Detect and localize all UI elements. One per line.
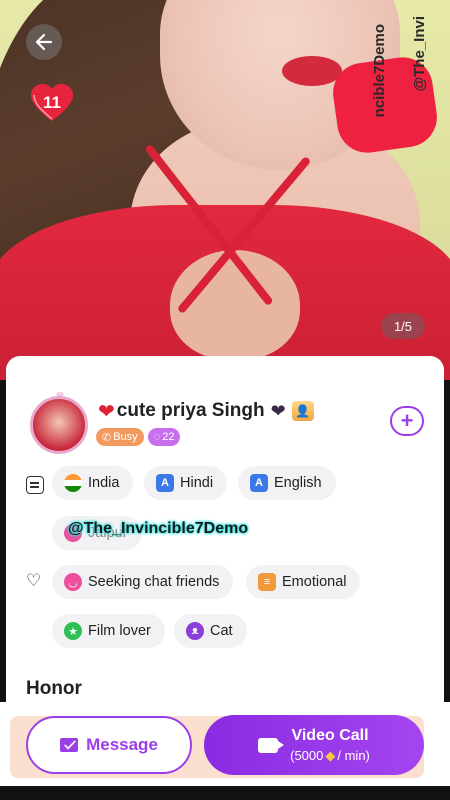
status-text: Busy xyxy=(113,431,138,443)
back-button[interactable] xyxy=(26,24,62,60)
chip-interest-emotional[interactable]: ≡ Emotional xyxy=(246,565,361,599)
profile-name: cute priya Singh xyxy=(116,400,265,421)
avatar[interactable]: ♛ xyxy=(30,390,90,454)
avatar-frame xyxy=(30,396,88,454)
language-a-icon: A xyxy=(156,474,174,492)
chip-interest-seeking-chat[interactable]: ◡ Seeking chat friends xyxy=(52,565,234,599)
count-text: 22 xyxy=(162,431,175,443)
info-card-icon xyxy=(26,476,44,494)
chip-label: Emotional xyxy=(282,574,347,590)
like-count: 11 xyxy=(43,93,61,112)
chip-language-hindi[interactable]: A Hindi xyxy=(144,466,228,500)
vip-badge-icon: 👤 xyxy=(291,401,314,421)
video-call-text: Video Call (5000 ◆ / min) xyxy=(290,727,370,764)
star-face-icon: ★ xyxy=(64,622,82,640)
chip-label: English xyxy=(274,475,322,491)
language-a-icon: A xyxy=(250,474,268,492)
smile-heart-icon: ◡ xyxy=(64,573,82,591)
price-unit: / min) xyxy=(337,748,370,763)
chip-interest-film-lover[interactable]: ★ Film lover xyxy=(52,614,165,648)
busy-status-badge: ✆ Busy xyxy=(96,428,144,446)
chip-label: Cat xyxy=(210,623,233,639)
back-arrow-icon xyxy=(35,33,53,51)
price-amount: (5000 xyxy=(290,748,324,763)
chip-interest-cat[interactable]: ᴥ Cat xyxy=(174,614,247,648)
message-button[interactable]: Message xyxy=(26,716,192,774)
chip-label: Seeking chat friends xyxy=(88,574,220,590)
video-camera-icon xyxy=(258,737,285,753)
watermark-line: @The_Invi xyxy=(411,16,428,92)
emotional-icon: ≡ xyxy=(258,573,276,591)
photo-lips xyxy=(282,56,342,86)
chip-label: Film lover xyxy=(88,623,151,639)
count-badge: ◌ 22 xyxy=(147,428,181,446)
video-call-label: Video Call xyxy=(291,726,369,744)
watermark-line: ncible7Demo xyxy=(371,24,388,118)
interests-heart-icon: ♡ xyxy=(26,571,42,590)
section-title-honor: Honor xyxy=(26,678,82,699)
diamond-icon: ◆ xyxy=(325,747,336,763)
watermark-text: @The_Invincible7Demo xyxy=(68,520,249,537)
india-flag-icon xyxy=(64,474,82,492)
envelope-icon xyxy=(60,738,79,752)
video-call-price: (5000 ◆ / min) xyxy=(290,748,370,764)
chip-language-english[interactable]: A English xyxy=(238,466,336,500)
photo-page-indicator: 1/5 xyxy=(381,313,425,339)
profile-photo[interactable]: ncible7Demo @The_Invi 11 1/5 xyxy=(0,0,450,380)
chip-label: Hindi xyxy=(180,475,214,491)
video-call-button[interactable]: Video Call (5000 ◆ / min) xyxy=(204,715,424,775)
like-heart-badge[interactable]: 11 xyxy=(29,83,75,123)
phone-icon: ✆ xyxy=(102,431,112,444)
dark-heart-icon: ❤ xyxy=(270,400,286,421)
follow-add-button[interactable]: + xyxy=(390,406,424,436)
cat-icon: ᴥ xyxy=(186,622,204,640)
chat-bubble-icon: ◌ xyxy=(153,431,161,443)
vertical-watermark: ncible7Demo @The_Invi xyxy=(335,10,435,150)
name-row: ❤ cute priya Singh ❤ 👤 xyxy=(98,398,314,424)
message-button-label: Message xyxy=(86,735,158,754)
chip-country[interactable]: India xyxy=(52,466,134,500)
red-heart-icon: ❤ xyxy=(98,400,115,423)
chip-label: India xyxy=(88,475,120,491)
system-nav-strip xyxy=(0,786,450,800)
status-row: ✆ Busy ◌ 22 xyxy=(96,428,181,446)
